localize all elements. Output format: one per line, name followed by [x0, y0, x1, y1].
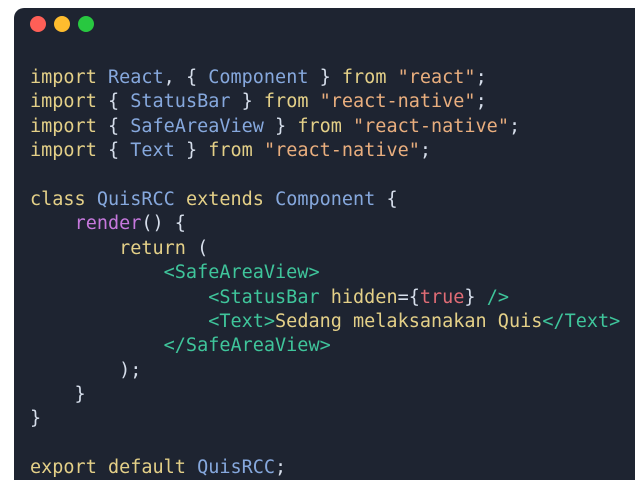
- code-line: );: [30, 359, 620, 383]
- code-token: }: [30, 384, 86, 406]
- code-token: Component: [275, 188, 376, 210]
- code-line: import React, { Component } from "react"…: [30, 66, 620, 90]
- code-token: hidden: [330, 286, 398, 308]
- code-token: from: [297, 115, 342, 137]
- code-token: />: [486, 286, 509, 308]
- code-token: render: [74, 213, 142, 235]
- code-token: import: [30, 140, 97, 162]
- code-token: class: [30, 188, 86, 210]
- code-token: from: [263, 91, 309, 113]
- code-token: }: [30, 408, 42, 430]
- code-token: }: [230, 91, 264, 113]
- code-token: ;: [275, 457, 287, 479]
- code-token: from: [208, 140, 253, 162]
- code-token: export: [30, 457, 97, 479]
- code-token: Component: [208, 67, 309, 88]
- code-line: export default QuisRCC;: [30, 456, 620, 480]
- minimize-button[interactable]: [54, 16, 70, 32]
- code-token: from: [341, 67, 387, 88]
- code-token: {: [96, 115, 131, 137]
- code-token: StatusBar: [130, 91, 231, 113]
- code-token: <StatusBar: [208, 286, 331, 308]
- close-button[interactable]: [30, 16, 46, 32]
- code-token: QuisRCC: [96, 188, 175, 210]
- code-line: <Text>Sedang melaksanakan Quis</Text>: [30, 310, 620, 334]
- code-token: {: [375, 188, 398, 210]
- code-token: , {: [163, 67, 209, 88]
- code-token: {: [96, 140, 131, 162]
- code-token: ={: [397, 286, 420, 308]
- code-token: );: [30, 359, 142, 381]
- code-line: render() {: [30, 212, 620, 236]
- code-window: import React, { Component } from "react"…: [14, 8, 635, 480]
- code-token: (: [185, 237, 209, 259]
- code-token: default: [107, 457, 186, 479]
- code-line: <StatusBar hidden={true} />: [30, 286, 620, 310]
- code-token: () {: [141, 213, 186, 235]
- code-line: class QuisRCC extends Component {: [30, 188, 620, 212]
- code-token: ;: [475, 91, 487, 113]
- code-token: }: [308, 67, 342, 88]
- code-token: </Text>: [542, 310, 621, 332]
- code-line: <SafeAreaView>: [30, 261, 620, 285]
- code-token: {: [96, 91, 131, 113]
- code-token: "react": [397, 67, 476, 88]
- code-line: }: [30, 383, 620, 407]
- code-line: import { StatusBar } from "react-native"…: [30, 90, 620, 114]
- code-token: import: [30, 91, 97, 113]
- code-token: ;: [475, 67, 487, 88]
- zoom-button[interactable]: [78, 16, 94, 32]
- code-token: import: [30, 115, 97, 137]
- code-token: return: [119, 237, 186, 259]
- code-token: ;: [419, 140, 432, 162]
- code-token: Sedang melaksanakan Quis: [275, 310, 543, 332]
- code-token: }: [263, 115, 298, 137]
- code-token: }: [464, 286, 487, 308]
- code-token: "react-native": [263, 140, 420, 162]
- code-block: import React, { Component } from "react"…: [30, 66, 620, 480]
- code-token: "react-native": [319, 91, 476, 113]
- code-line: </SafeAreaView>: [30, 334, 620, 358]
- code-token: "react-native": [353, 115, 509, 137]
- code-line: import { Text } from "react-native";: [30, 139, 620, 163]
- code-token: true: [419, 286, 465, 308]
- code-token: QuisRCC: [197, 457, 276, 479]
- code-token: <Text>: [208, 310, 276, 332]
- code-token: </SafeAreaView>: [163, 335, 331, 357]
- code-token: ;: [508, 115, 521, 137]
- code-token: extends: [185, 188, 264, 210]
- code-token: <SafeAreaView>: [163, 262, 320, 284]
- window-controls: [30, 16, 94, 32]
- code-token: import: [30, 67, 97, 88]
- code-line: return (: [30, 237, 620, 261]
- code-token: Text: [130, 140, 175, 162]
- code-token: React: [107, 67, 164, 88]
- code-token: }: [174, 140, 209, 162]
- code-token: SafeAreaView: [130, 115, 264, 137]
- code-line: import { SafeAreaView } from "react-nati…: [30, 115, 620, 139]
- code-line: }: [30, 407, 620, 431]
